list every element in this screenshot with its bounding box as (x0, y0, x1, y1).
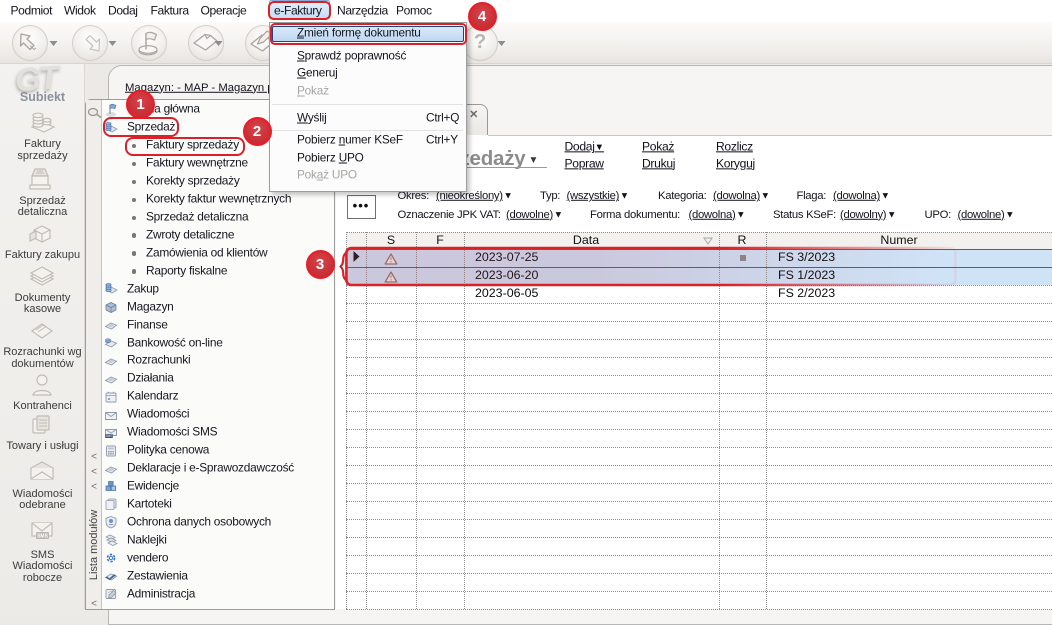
svg-text:SMS: SMS (106, 434, 113, 438)
svg-text:SMS: SMS (37, 534, 49, 540)
